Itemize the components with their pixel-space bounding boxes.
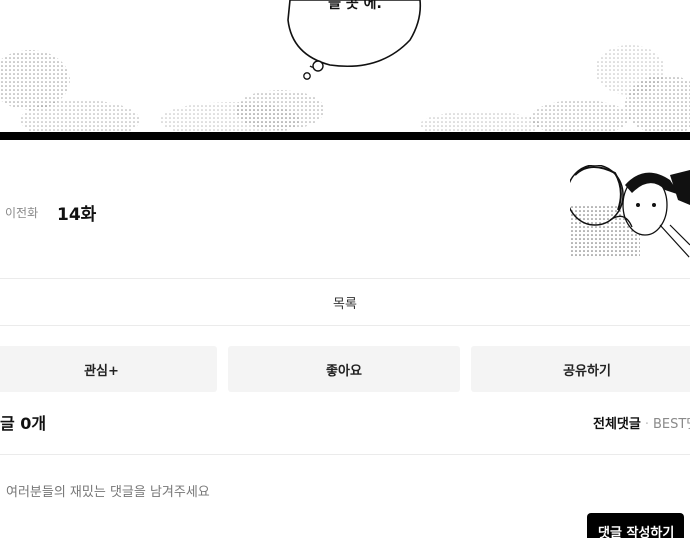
write-comment-button[interactable]: 댓글 작성하기 (587, 513, 684, 538)
comic-artwork: 늘 곳 에. (0, 0, 690, 135)
comic-border (0, 132, 690, 140)
thumbnail-image (570, 165, 690, 258)
interest-button[interactable]: 관심+ (0, 346, 217, 392)
comment-sort-tabs: 전체댓글· BEST댓 (593, 413, 690, 432)
comment-input[interactable]: 여러분들의 재밌는 댓글을 남겨주세요 (6, 481, 210, 500)
speech-bubble-text: 늘 곳 에. (328, 0, 382, 12)
previous-episode-link[interactable]: 이전화 (5, 204, 38, 221)
divider (0, 454, 690, 455)
episode-title: 14화 (57, 205, 97, 225)
sort-best-comments-tab[interactable]: BEST댓 (653, 417, 690, 432)
divider (0, 325, 690, 326)
episode-list-link[interactable]: 목록 (0, 279, 690, 325)
sort-all-comments-tab[interactable]: 전체댓글 (593, 417, 641, 432)
sort-separator: · (644, 417, 649, 432)
share-button[interactable]: 공유하기 (471, 346, 690, 392)
episode-thumbnail[interactable] (570, 165, 690, 258)
comic-panel: 늘 곳 에. (0, 0, 690, 135)
comment-count: 글 0개 (0, 414, 47, 433)
like-button[interactable]: 좋아요 (228, 346, 460, 392)
